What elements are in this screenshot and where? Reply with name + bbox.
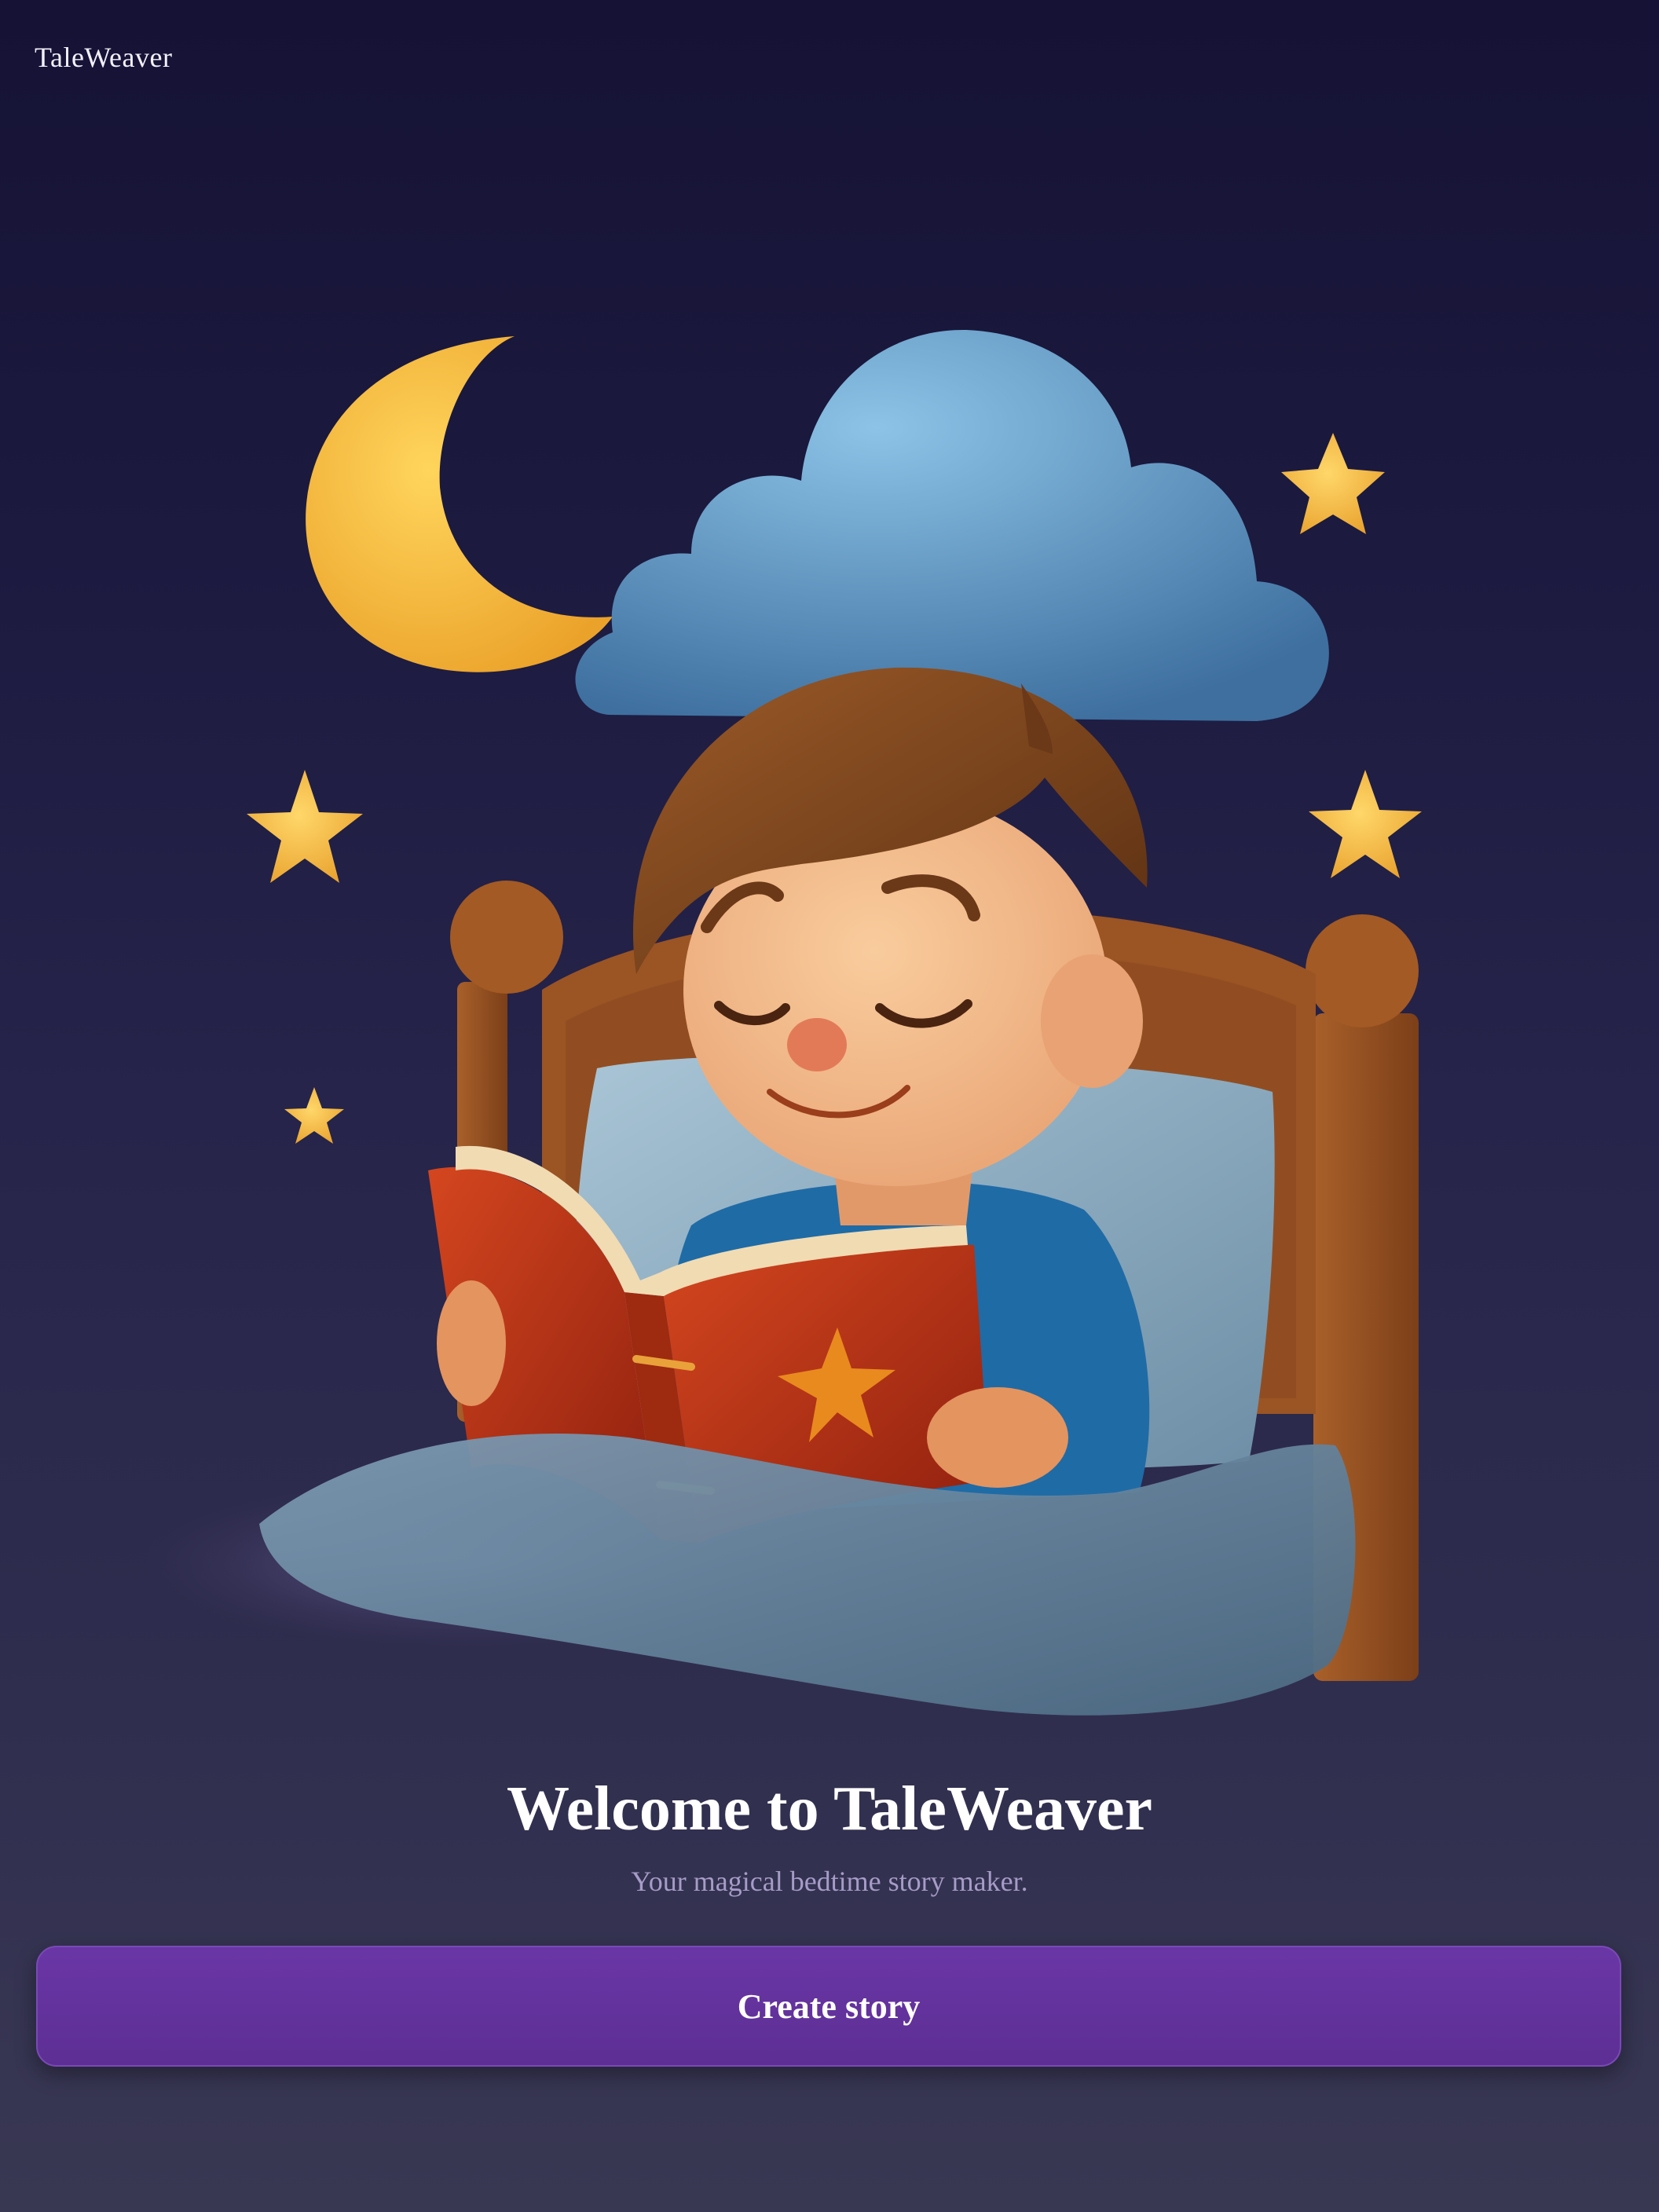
create-story-button[interactable]: Create story: [36, 1946, 1621, 2067]
star-icon: [247, 770, 363, 883]
moon-icon: [306, 336, 613, 672]
star-icon: [1309, 770, 1422, 878]
page-title: Welcome to TaleWeaver: [506, 1774, 1153, 1844]
star-icon: [284, 1087, 344, 1144]
blanket: [259, 1433, 1356, 1716]
page-subtitle: Your magical bedtime story maker.: [631, 1866, 1028, 1897]
cloud-icon: [575, 329, 1329, 721]
hero-illustration: [141, 329, 1422, 1716]
star-icon: [1281, 433, 1385, 534]
